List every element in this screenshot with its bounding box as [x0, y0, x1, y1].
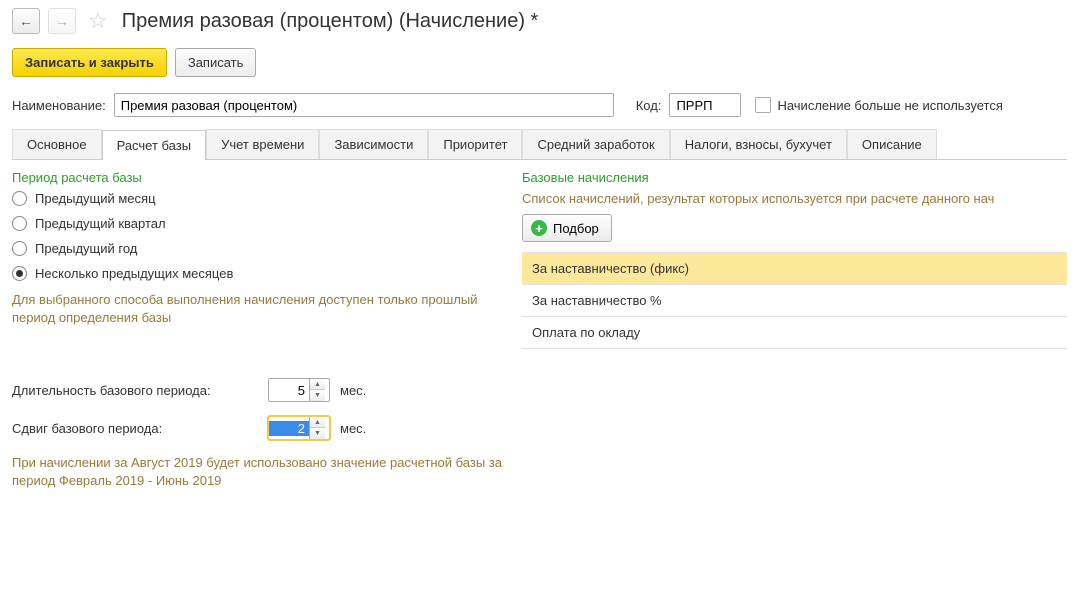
- not-used-label: Начисление больше не используется: [777, 98, 1002, 113]
- base-hint: Список начислений, результат которых исп…: [522, 191, 1067, 206]
- radio-label: Предыдущий месяц: [35, 191, 156, 206]
- period-section-title: Период расчета базы: [12, 170, 502, 185]
- radio-prev-quarter[interactable]: Предыдущий квартал: [12, 216, 502, 231]
- list-item[interactable]: Оплата по окладу: [522, 317, 1067, 349]
- shift-label: Сдвиг базового периода:: [12, 421, 258, 436]
- shift-input[interactable]: [269, 421, 309, 436]
- shift-spinner[interactable]: ▲ ▼: [268, 416, 330, 440]
- duration-spinner[interactable]: ▲ ▼: [268, 378, 330, 402]
- tab-tax[interactable]: Налоги, взносы, бухучет: [670, 129, 847, 159]
- list-item[interactable]: За наставничество %: [522, 285, 1067, 317]
- tab-main[interactable]: Основное: [12, 129, 102, 159]
- code-input[interactable]: [669, 93, 741, 117]
- not-used-checkbox[interactable]: [755, 97, 771, 113]
- tab-time[interactable]: Учет времени: [206, 129, 319, 159]
- calc-hint: При начислении за Август 2019 будет испо…: [12, 454, 502, 489]
- spinner-up-icon[interactable]: ▲: [310, 417, 325, 428]
- list-item[interactable]: За наставничество (фикс): [522, 253, 1067, 285]
- spinner-up-icon[interactable]: ▲: [310, 379, 325, 390]
- tab-deps[interactable]: Зависимости: [319, 129, 428, 159]
- plus-icon: +: [531, 220, 547, 236]
- name-label: Наименование:: [12, 98, 106, 113]
- name-input[interactable]: [114, 93, 614, 117]
- code-label: Код:: [636, 98, 662, 113]
- radio-several-months[interactable]: Несколько предыдущих месяцев: [12, 266, 502, 281]
- radio-icon: [12, 241, 27, 256]
- radio-icon: [12, 266, 27, 281]
- duration-input[interactable]: [269, 383, 309, 398]
- duration-label: Длительность базового периода:: [12, 383, 258, 398]
- tab-desc[interactable]: Описание: [847, 129, 937, 159]
- favorite-star-icon[interactable]: ☆: [88, 8, 108, 34]
- save-button[interactable]: Записать: [175, 48, 257, 77]
- radio-label: Несколько предыдущих месяцев: [35, 266, 233, 281]
- radio-icon: [12, 216, 27, 231]
- nav-back-button[interactable]: ←: [12, 8, 40, 34]
- podbor-button[interactable]: + Подбор: [522, 214, 612, 242]
- radio-label: Предыдущий год: [35, 241, 137, 256]
- tab-base-calc[interactable]: Расчет базы: [102, 130, 207, 160]
- window-title: Премия разовая (процентом) (Начисление) …: [122, 10, 539, 33]
- tab-avg[interactable]: Средний заработок: [522, 129, 669, 159]
- duration-unit: мес.: [340, 383, 366, 398]
- radio-prev-year[interactable]: Предыдущий год: [12, 241, 502, 256]
- spinner-down-icon[interactable]: ▼: [310, 428, 325, 439]
- podbor-label: Подбор: [553, 221, 599, 236]
- save-close-button[interactable]: Записать и закрыть: [12, 48, 167, 77]
- base-section-title: Базовые начисления: [522, 170, 1067, 185]
- tabs-bar: Основное Расчет базы Учет времени Зависи…: [12, 129, 1067, 160]
- base-list: За наставничество (фикс) За наставничест…: [522, 252, 1067, 349]
- nav-forward-button[interactable]: →: [48, 8, 76, 34]
- radio-icon: [12, 191, 27, 206]
- shift-unit: мес.: [340, 421, 366, 436]
- period-hint: Для выбранного способа выполнения начисл…: [12, 291, 502, 326]
- tab-priority[interactable]: Приоритет: [428, 129, 522, 159]
- spinner-down-icon[interactable]: ▼: [310, 390, 325, 401]
- radio-label: Предыдущий квартал: [35, 216, 166, 231]
- radio-prev-month[interactable]: Предыдущий месяц: [12, 191, 502, 206]
